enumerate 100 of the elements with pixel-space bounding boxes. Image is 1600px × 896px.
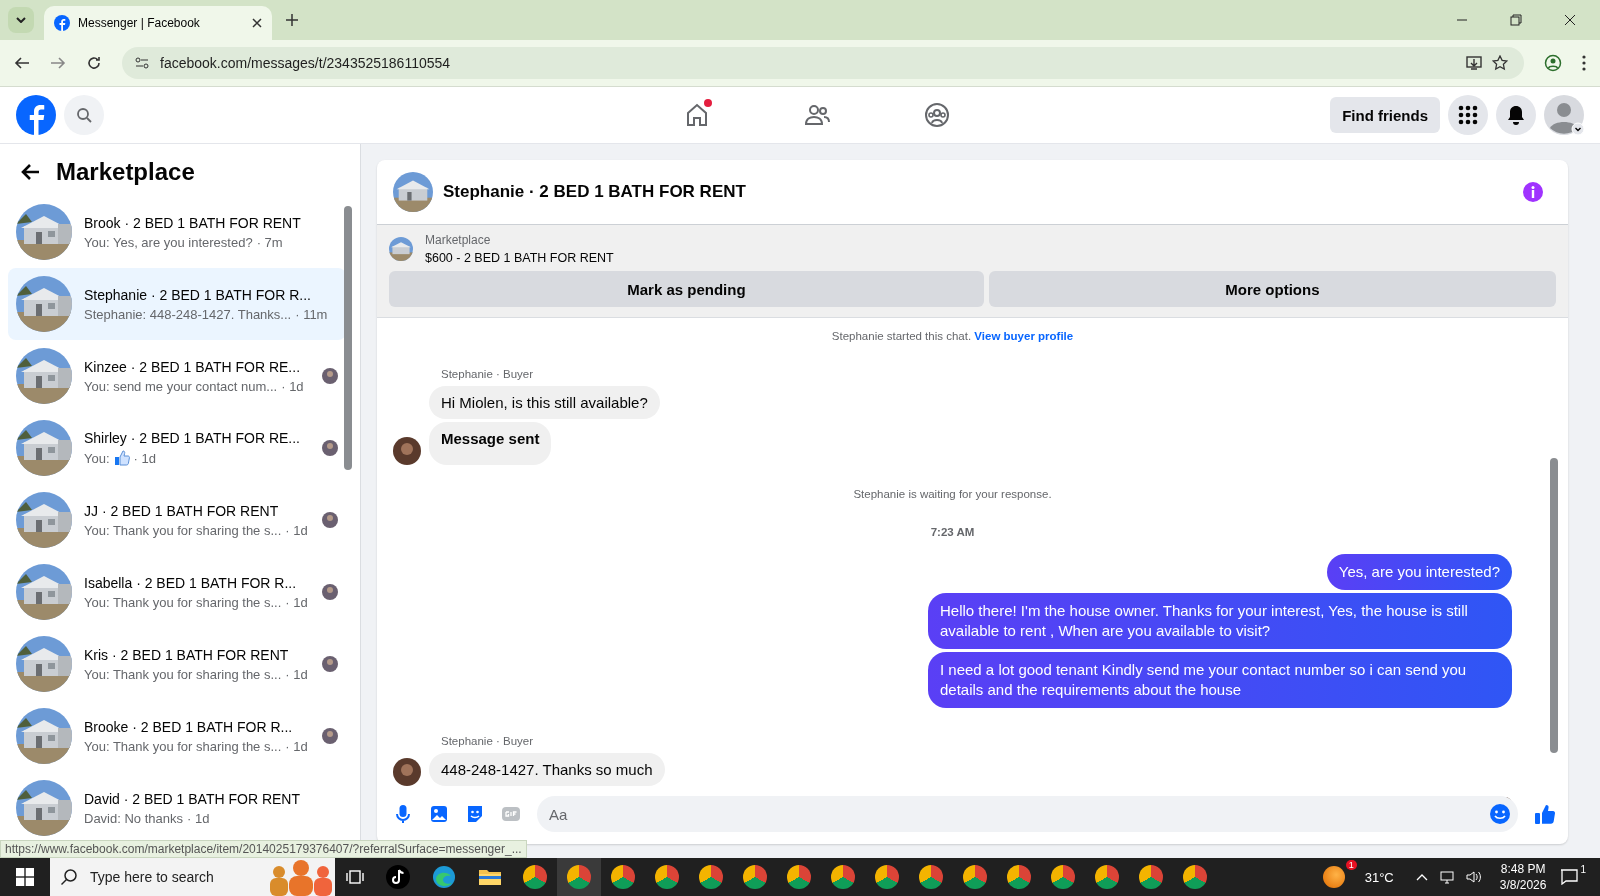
message-input[interactable]: Aa xyxy=(537,796,1518,832)
view-buyer-profile-link[interactable]: View buyer profile xyxy=(974,330,1074,342)
music-note-icon[interactable] xyxy=(386,865,410,889)
edge-browser-icon[interactable] xyxy=(432,865,456,889)
conversation-item[interactable]: Kris · 2 BED 1 BATH FOR RENT You: Thank you for sharing the s... · 1d xyxy=(8,628,346,700)
address-bar[interactable]: facebook.com/messages/t/2343525186110554 xyxy=(122,47,1524,79)
message-preview: You: Thank you for sharing the s... xyxy=(84,594,282,610)
clock-time: 8:48 PM xyxy=(1500,862,1546,876)
message-time: · 1d xyxy=(285,738,308,754)
back-icon[interactable] xyxy=(14,55,30,71)
sender-label: Stephanie · Buyer xyxy=(441,735,534,747)
image-icon[interactable] xyxy=(429,804,449,824)
avatar-icon xyxy=(1544,95,1584,135)
timestamp: 7:23 AM xyxy=(930,526,975,538)
task-view-icon[interactable] xyxy=(346,868,364,886)
url-text: facebook.com/messages/t/2343525186110554 xyxy=(160,55,451,71)
message-time: · 7m xyxy=(256,234,283,250)
chevron-up-icon[interactable] xyxy=(1415,873,1428,881)
browser-tab[interactable]: Messenger | Facebook xyxy=(44,6,272,40)
outgoing-message: I need a lot good tenant Kindly send me your contact number so i can send you details and the requirements about the house xyxy=(928,652,1512,708)
listing-label: Marketplace xyxy=(425,233,492,247)
search-button[interactable] xyxy=(64,95,104,135)
outgoing-message: Yes, are you interested? xyxy=(1326,554,1512,590)
thumbs-up-icon xyxy=(113,450,130,466)
thumbs-up-icon[interactable] xyxy=(1534,803,1556,825)
close-icon[interactable] xyxy=(252,18,262,28)
message-time: · 1d xyxy=(133,450,156,466)
back-arrow-icon[interactable] xyxy=(20,163,40,181)
status-url: https://www.facebook.com/marketplace/item/2014025179376407/?referralSurface=messenger_... xyxy=(0,840,527,858)
search-placeholder: Type here to search xyxy=(90,869,214,885)
chat-title: Stephanie · 2 BED 1 BATH FOR RENT xyxy=(443,182,746,202)
conversation-item[interactable]: Shirley · 2 BED 1 BATH FOR RE... You: · 1d xyxy=(8,412,346,484)
listing-action-button[interactable]: Mark as pending xyxy=(389,271,984,307)
outgoing-message: Hello there! I'm the house owner. Thanks for your interest, Yes, the house is still available to rent , When are you available to visit? xyxy=(928,593,1512,649)
tab-title: Messenger | Facebook xyxy=(78,16,201,30)
weather-icon[interactable] xyxy=(1322,866,1345,888)
grid-icon xyxy=(1458,105,1478,125)
start-icon[interactable] xyxy=(16,868,34,886)
info-icon[interactable] xyxy=(1522,181,1544,203)
search-icon xyxy=(76,107,92,123)
weather-badge: 1 xyxy=(1345,860,1357,870)
close-icon[interactable] xyxy=(1564,14,1576,26)
message-preview: You: send me your contact num... xyxy=(84,378,278,394)
message-preview: You: Yes, are you interested? xyxy=(84,234,253,250)
conversation-title: David · 2 BED 1 BATH FOR RENT xyxy=(84,790,301,807)
message-time: · 1d xyxy=(281,378,304,394)
tab-list-button[interactable] xyxy=(8,7,34,33)
message-time: · 1d xyxy=(285,666,308,682)
star-icon[interactable] xyxy=(1492,55,1508,71)
browser-icon[interactable] xyxy=(557,858,601,896)
people-icon xyxy=(804,102,831,128)
message-time: · 1d xyxy=(285,594,308,610)
facebook-logo[interactable] xyxy=(16,95,56,135)
scrollbar-thumb[interactable] xyxy=(1550,458,1558,753)
message-time: · 1d xyxy=(285,522,308,538)
conversation-item[interactable]: JJ · 2 BED 1 BATH FOR RENT You: Thank you for sharing the s... · 1d xyxy=(8,484,346,556)
scrollbar-thumb[interactable] xyxy=(344,206,352,470)
listing-action-button[interactable]: More options xyxy=(988,271,1556,307)
reload-icon[interactable] xyxy=(86,55,102,71)
message-preview: You: xyxy=(84,450,110,466)
conversation-title: Kris · 2 BED 1 BATH FOR RENT xyxy=(84,646,290,663)
conversation-title: Shirley · 2 BED 1 BATH FOR RE... xyxy=(84,430,301,446)
account-button[interactable] xyxy=(1544,95,1584,135)
conversation-title: Kinzee · 2 BED 1 BATH FOR RE... xyxy=(84,358,302,375)
conversation-item[interactable]: Kinzee · 2 BED 1 BATH FOR RE... You: send me your contact num... · 1d xyxy=(8,340,346,412)
speaker-icon[interactable] xyxy=(1465,870,1482,884)
conversation-item[interactable]: Stephanie · 2 BED 1 BATH FOR R... Stephanie: 448-248-1427. Thanks... · 11m xyxy=(8,268,346,340)
restore-icon[interactable] xyxy=(1510,14,1522,26)
bell-icon xyxy=(1506,105,1526,125)
conversation-title: Stephanie · 2 BED 1 BATH FOR R... xyxy=(84,286,312,303)
notifications-icon[interactable] xyxy=(1560,869,1579,885)
search-icon xyxy=(60,868,78,886)
message-preview: You: Thank you for sharing the s... xyxy=(84,738,282,754)
microphone-icon[interactable] xyxy=(393,804,413,824)
new-tab-icon[interactable] xyxy=(286,14,298,26)
conversation-item[interactable]: Brooke · 2 BED 1 BATH FOR R... You: Thank you for sharing the s... · 1d xyxy=(8,700,346,772)
conversation-item[interactable]: Isabella · 2 BED 1 BATH FOR R... You: Thank you for sharing the s... · 1d xyxy=(8,556,346,628)
emoji-icon[interactable] xyxy=(1489,803,1511,825)
profile-icon[interactable] xyxy=(1544,54,1562,72)
apps-button[interactable] xyxy=(1448,95,1488,135)
conversation-title: Isabella · 2 BED 1 BATH FOR R... xyxy=(84,574,298,591)
menu-icon[interactable] xyxy=(1582,55,1586,71)
conversation-item[interactable]: Brook · 2 BED 1 BATH FOR RENT You: Yes, are you interested? · 7m xyxy=(8,196,346,268)
listing-title: $600 - 2 BED 1 BATH FOR RENT xyxy=(425,251,614,265)
incoming-message: 448-248-1427. Thanks so much xyxy=(429,753,665,786)
site-settings-icon[interactable] xyxy=(134,55,150,71)
display-icon[interactable] xyxy=(1439,870,1454,884)
message-preview: Stephanie: 448-248-1427. Thanks... xyxy=(84,306,292,322)
find-friends-button[interactable]: Find friends xyxy=(1330,97,1440,133)
incoming-message: Message sent xyxy=(429,422,552,465)
temperature: 31°C xyxy=(1364,869,1394,885)
message-time: · 1d xyxy=(187,810,210,826)
forward-icon[interactable] xyxy=(50,55,66,71)
notifications-button[interactable] xyxy=(1496,95,1536,135)
taskbar-search-field[interactable]: Type here to search xyxy=(50,858,335,896)
sticker-icon[interactable] xyxy=(465,804,485,824)
conversation-title: Brook · 2 BED 1 BATH FOR RENT xyxy=(84,214,302,231)
install-icon[interactable] xyxy=(1466,55,1482,71)
chat-notice: Stephanie started this chat. View buyer profile xyxy=(831,330,1074,342)
conversation-title: Brooke · 2 BED 1 BATH FOR R... xyxy=(84,718,294,735)
